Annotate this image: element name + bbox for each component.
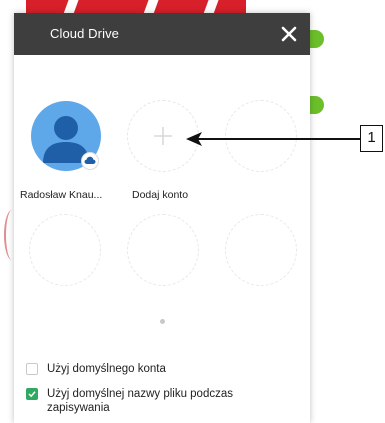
dialog-titlebar: Cloud Drive <box>14 13 310 55</box>
background-banner <box>26 0 246 14</box>
account-name: Radosław Knau... <box>20 189 103 201</box>
default-filename-label: Użyj domyślnej nazwy pliku podczas zapis… <box>47 388 233 414</box>
page-indicator-dot <box>160 319 165 324</box>
default-account-label: Użyj domyślnego konta <box>47 363 166 375</box>
cloud-drive-dialog: Cloud Drive Radosław Knau... Dodaj konto… <box>14 13 310 423</box>
empty-account-slot <box>29 214 101 286</box>
callout-line <box>190 138 360 140</box>
background-shape <box>310 30 324 48</box>
default-account-checkbox[interactable] <box>26 363 38 375</box>
cloud-icon <box>81 152 99 170</box>
callout-arrowhead <box>186 132 202 146</box>
checkmark-icon <box>28 391 36 398</box>
callout-number: 1 <box>360 125 383 152</box>
plus-icon <box>154 127 172 145</box>
add-account-label: Dodaj konto <box>132 189 189 201</box>
default-filename-option[interactable]: Użyj domyślnej nazwy pliku podczas zapis… <box>26 387 277 415</box>
screen: Cloud Drive Radosław Knau... Dodaj konto… <box>0 0 385 423</box>
empty-account-slot <box>225 214 297 286</box>
default-filename-checkbox[interactable] <box>26 388 38 400</box>
default-account-option[interactable]: Użyj domyślnego konta <box>26 362 277 376</box>
background-shape <box>310 96 324 114</box>
dialog-title: Cloud Drive <box>50 26 120 41</box>
close-icon[interactable] <box>276 21 302 47</box>
empty-account-slot <box>225 100 297 172</box>
empty-account-slot <box>127 214 199 286</box>
